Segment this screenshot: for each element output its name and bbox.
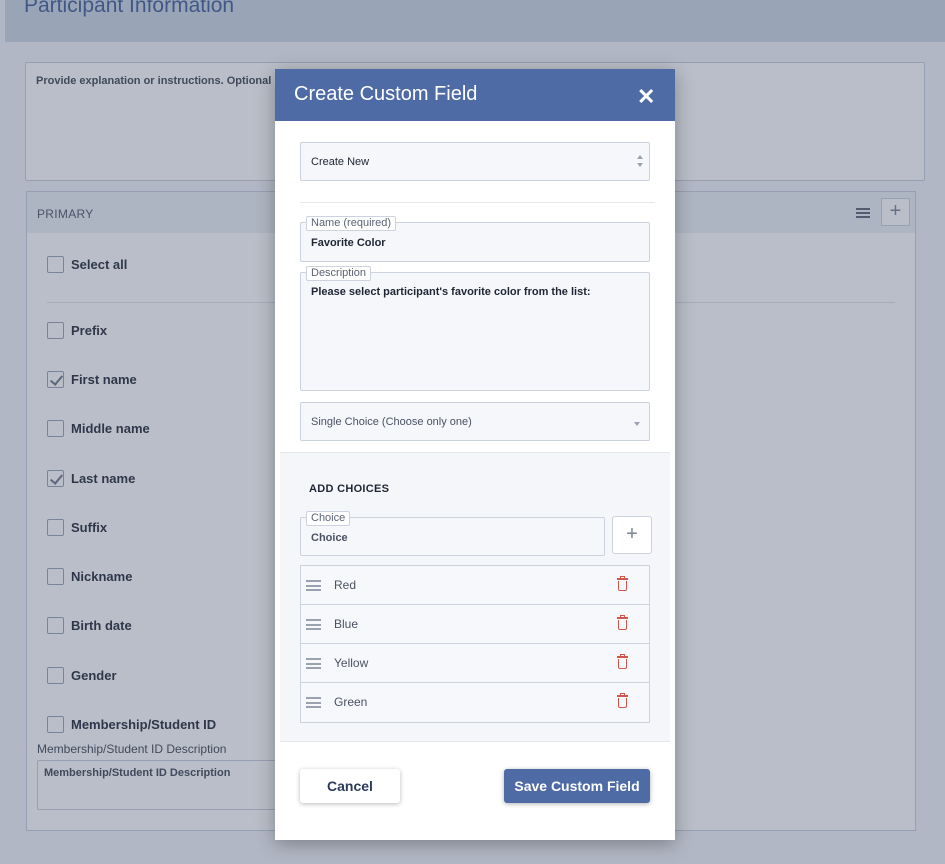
drag-handle-icon[interactable] xyxy=(306,658,321,669)
create-custom-field-modal: Create Custom Field ✕ Create New Name (r… xyxy=(275,69,675,840)
plus-icon: + xyxy=(626,523,638,545)
name-field-value: Favorite Color xyxy=(311,237,386,249)
close-icon[interactable]: ✕ xyxy=(637,84,655,110)
name-field-label: Name (required) xyxy=(306,216,397,231)
description-field-label: Description xyxy=(306,266,372,281)
add-choices-title: ADD CHOICES xyxy=(309,483,390,495)
chevron-down-icon xyxy=(634,422,640,426)
modal-header: Create Custom Field ✕ xyxy=(275,69,675,121)
description-field-value: Please select participant's favorite col… xyxy=(311,286,591,298)
choice-input-placeholder: Choice xyxy=(311,532,348,544)
choice-row[interactable]: Red xyxy=(301,566,649,605)
choice-label: Red xyxy=(334,578,357,592)
trash-icon[interactable] xyxy=(617,654,628,669)
trash-icon[interactable] xyxy=(617,693,628,708)
trash-icon[interactable] xyxy=(617,576,628,591)
choice-row[interactable]: Green xyxy=(301,683,649,722)
choice-label: Yellow xyxy=(334,656,369,670)
drag-handle-icon[interactable] xyxy=(306,580,321,591)
choice-row[interactable]: Yellow xyxy=(301,644,649,683)
up-down-arrows-icon xyxy=(637,155,643,169)
field-type-select[interactable]: Single Choice (Choose only one) xyxy=(300,402,650,441)
drag-handle-icon[interactable] xyxy=(306,697,321,708)
choice-label: Green xyxy=(334,695,368,709)
description-field[interactable]: Description Please select participant's … xyxy=(300,266,650,391)
mode-select-value: Create New xyxy=(311,156,370,168)
trash-icon[interactable] xyxy=(617,615,628,630)
field-type-select-value: Single Choice (Choose only one) xyxy=(311,416,472,428)
cancel-button[interactable]: Cancel xyxy=(300,769,400,803)
choice-row[interactable]: Blue xyxy=(301,605,649,644)
choice-input[interactable]: Choice Choice xyxy=(300,511,605,556)
choice-label: Blue xyxy=(334,617,359,631)
name-field[interactable]: Name (required) Favorite Color xyxy=(300,216,650,262)
choice-list: Red Blue Yellow Green xyxy=(300,565,650,723)
mode-select[interactable]: Create New xyxy=(300,142,650,181)
modal-title: Create Custom Field xyxy=(294,83,478,105)
save-custom-field-button[interactable]: Save Custom Field xyxy=(504,769,650,803)
drag-handle-icon[interactable] xyxy=(306,619,321,630)
divider xyxy=(300,202,655,203)
add-choice-button[interactable]: + xyxy=(612,516,652,554)
choice-input-label: Choice xyxy=(306,511,351,526)
